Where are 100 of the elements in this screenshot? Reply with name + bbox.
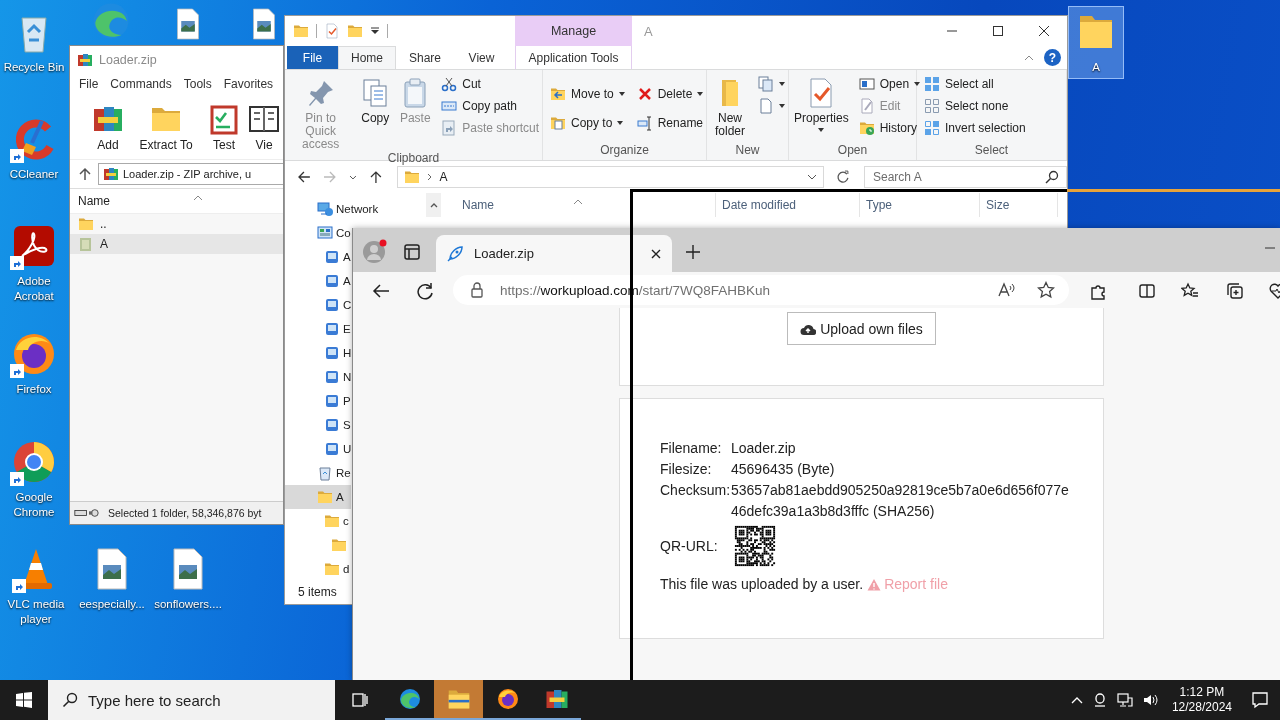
ribbon-button[interactable]: Select none (924, 95, 1026, 117)
tree-item[interactable]: E (285, 317, 351, 341)
back-icon[interactable] (297, 170, 311, 184)
ribbon-button[interactable]: History (858, 117, 921, 139)
properties-icon[interactable] (324, 23, 340, 39)
lock-icon[interactable] (470, 282, 484, 298)
favorite-star-icon[interactable] (1037, 281, 1055, 299)
ribbon-button[interactable]: Delete (636, 79, 704, 108)
search-field[interactable]: Search A (864, 166, 1067, 188)
tab-actions-icon[interactable] (403, 243, 421, 261)
tree-item[interactable]: N (285, 365, 352, 389)
ribbon-button[interactable] (758, 73, 785, 95)
collapse-ribbon-icon[interactable] (1024, 54, 1034, 61)
ribbon-button[interactable]: Copy (357, 73, 394, 125)
tree-item[interactable]: A (285, 269, 351, 293)
toolbar-button[interactable]: Vie (246, 95, 282, 159)
ribbon-tab[interactable]: Application Tools (515, 46, 632, 69)
ribbon-tab[interactable]: View (454, 46, 509, 69)
browser-tab[interactable]: Loader.zip (436, 235, 672, 272)
ribbon-tab[interactable]: File (287, 46, 338, 69)
toolbar-button[interactable]: Extract To (130, 95, 202, 159)
applet-icon (324, 297, 340, 313)
menu-item[interactable]: Tools (177, 77, 218, 91)
column-header[interactable]: Name (78, 194, 110, 208)
network-icon[interactable] (1116, 692, 1133, 708)
split-screen-icon[interactable] (1138, 282, 1156, 300)
desktop-icon[interactable]: Google Chrome (0, 436, 68, 524)
menu-item[interactable]: Favorites (217, 77, 280, 91)
menu-item[interactable]: Commands (104, 77, 178, 91)
ribbon-button[interactable]: Select all (924, 73, 1026, 95)
ribbon-tab[interactable]: Share (396, 46, 454, 69)
ribbon-button[interactable]: New folder (710, 73, 750, 138)
tree-item[interactable]: Re (285, 461, 351, 485)
new-tab-icon[interactable] (685, 244, 701, 260)
file-row[interactable]: A (70, 234, 283, 254)
refresh-icon[interactable] (416, 282, 434, 300)
tree-item[interactable]: C (285, 293, 352, 317)
toolbar-button[interactable]: Add (86, 95, 130, 159)
archive-icon (103, 166, 119, 182)
customize-dropdown-icon[interactable] (370, 26, 380, 36)
read-aloud-icon[interactable] (997, 281, 1015, 299)
close-icon[interactable] (1038, 25, 1050, 37)
windows-logo-icon[interactable] (15, 691, 33, 709)
close-icon[interactable] (650, 247, 662, 260)
column-header[interactable]: Type (860, 193, 980, 217)
ribbon-button[interactable]: Copy path (441, 95, 539, 117)
search-field[interactable]: Type here to search (48, 680, 335, 720)
desktop-icon[interactable]: sonflowers.... (150, 543, 226, 616)
tree-item[interactable]: Network (285, 197, 379, 221)
ribbon-button[interactable]: Properties (792, 73, 851, 132)
back-icon[interactable] (372, 282, 390, 300)
ribbon-button[interactable]: Rename (636, 108, 704, 137)
tree-item[interactable]: S (285, 413, 351, 437)
upload-button[interactable]: Upload own files (787, 312, 936, 345)
collections-icon[interactable] (1226, 282, 1244, 300)
notification-icon[interactable] (1251, 691, 1269, 709)
maximize-icon[interactable] (992, 25, 1004, 37)
clock-time[interactable]: 1:12 PM (1179, 685, 1225, 700)
ribbon-button[interactable] (758, 95, 785, 117)
column-header[interactable]: Size (980, 193, 1058, 217)
ribbon-button[interactable]: Open (858, 73, 921, 95)
clock-date[interactable]: 12/28/2024 (1171, 700, 1232, 715)
tree-item[interactable]: P (285, 389, 351, 413)
ribbon-button[interactable]: Copy to (550, 108, 625, 137)
file-row[interactable]: .. (70, 214, 283, 234)
desktop-icon[interactable]: VLC media player (0, 543, 72, 631)
up-arrow-icon[interactable] (78, 167, 92, 181)
ribbon-button[interactable]: Invert selection (924, 117, 1026, 139)
tree-item[interactable]: d (285, 557, 350, 581)
tree-item[interactable]: U (285, 437, 352, 461)
favorites-icon[interactable] (1181, 282, 1199, 300)
ribbon-tab[interactable]: Home (338, 46, 396, 69)
menu-item[interactable]: File (73, 77, 105, 91)
address-bar[interactable]: A (396, 166, 825, 188)
ribbon-button[interactable]: Move to (550, 79, 625, 108)
path-field[interactable]: Loader.zip - ZIP archive, u (98, 163, 283, 185)
toolbar-button[interactable]: Test (202, 95, 246, 159)
tree-item[interactable]: A (285, 485, 351, 509)
tree-item[interactable]: A (285, 245, 351, 269)
profile-avatar-icon[interactable] (362, 238, 388, 264)
scroll-up-icon[interactable] (429, 202, 438, 208)
column-header[interactable]: Date modified (716, 193, 860, 217)
recent-dropdown-icon[interactable] (348, 173, 357, 181)
chevron-up-icon[interactable] (1070, 696, 1083, 704)
tree-item[interactable]: H (285, 341, 352, 365)
folder-icon (78, 216, 94, 232)
help-button[interactable]: ? (1044, 49, 1061, 66)
desktop-icon[interactable]: Firefox (0, 328, 68, 401)
ribbon-button[interactable]: Cut (441, 73, 539, 95)
refresh-icon[interactable] (836, 170, 850, 184)
desktop-icon[interactable]: A (1068, 6, 1124, 79)
dropdown-icon[interactable] (807, 173, 818, 181)
task-view-icon[interactable] (351, 691, 369, 709)
puzzle-icon[interactable] (1089, 282, 1107, 300)
column-header[interactable]: Name (441, 193, 716, 217)
tree-item[interactable]: c (285, 509, 349, 533)
up-arrow-icon[interactable] (368, 170, 383, 184)
speaker-icon[interactable] (1141, 692, 1158, 708)
desktop-icon[interactable]: eespecially... (74, 543, 150, 616)
tree-item[interactable]: Co (285, 221, 351, 245)
